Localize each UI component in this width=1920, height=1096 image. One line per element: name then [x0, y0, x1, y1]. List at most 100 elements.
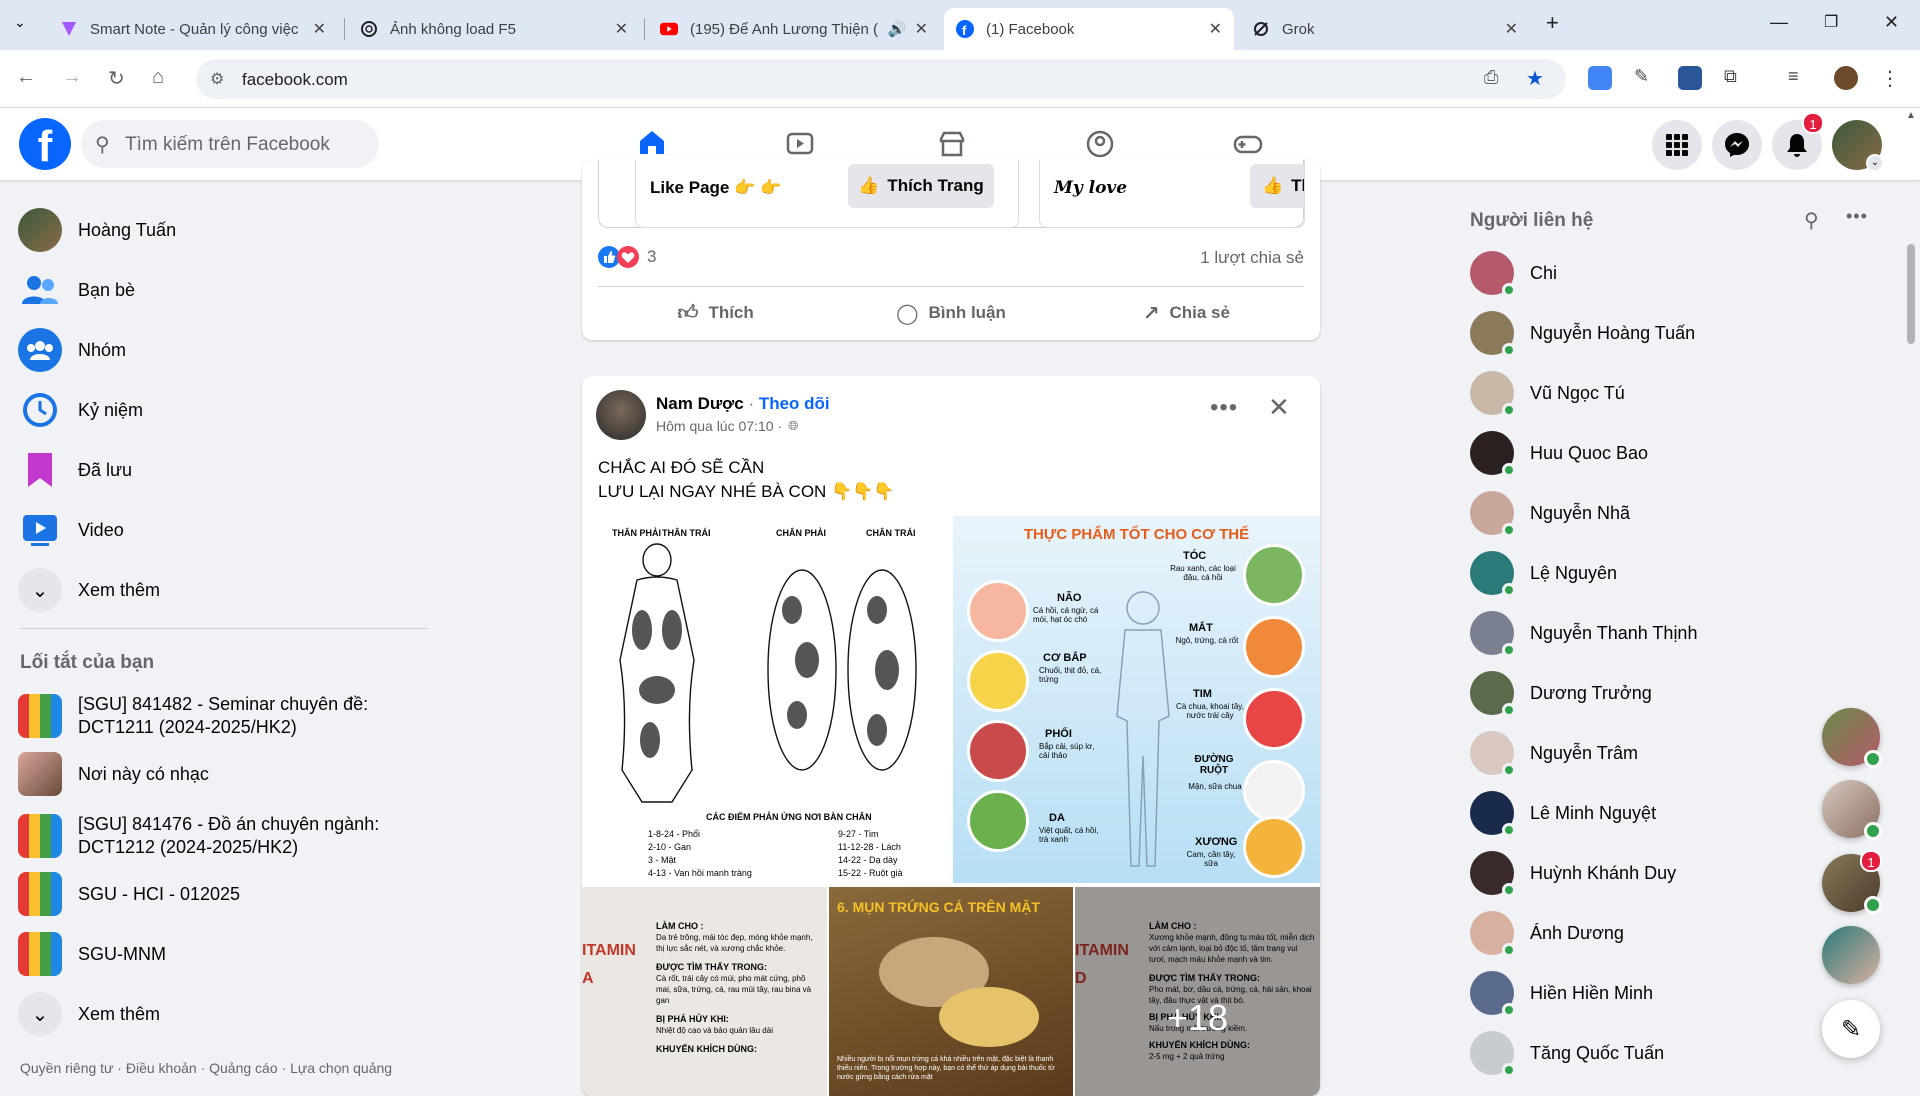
contact-item[interactable]: Nguyễn Nhã [1470, 488, 1630, 538]
close-icon[interactable]: ✕ [1268, 392, 1290, 423]
chat-bubble[interactable] [1822, 926, 1880, 984]
search-icon[interactable]: ⚲ [1804, 208, 1819, 233]
close-icon[interactable]: ✕ [915, 19, 928, 39]
chat-bubble[interactable] [1822, 780, 1882, 840]
tab-search-icon[interactable]: ⌄ [14, 14, 26, 31]
close-icon[interactable]: ✕ [615, 19, 628, 39]
contact-item[interactable]: Huỳnh Khánh Duy [1470, 848, 1676, 898]
contact-item[interactable]: Ánh Dương [1470, 908, 1624, 958]
chat-bubble[interactable] [1822, 708, 1882, 768]
tab-youtube[interactable]: (195) Để Anh Lương Thiện ( 🔊 ✕ [648, 8, 940, 50]
scrollbar-thumb[interactable] [1907, 244, 1915, 344]
contact-item[interactable]: Vũ Ngọc Tú [1470, 368, 1625, 418]
like-button[interactable]: 👍︎ Thích [598, 292, 833, 334]
omnibox[interactable]: ⚙ facebook.com ⎙ ★ [196, 59, 1566, 99]
image-text: CHÂN PHẢI [776, 528, 827, 538]
follow-link[interactable]: Theo dõi [759, 394, 830, 413]
reactions-summary[interactable]: 3 [598, 246, 656, 268]
shortcut-project[interactable]: [SGU] 841476 - Đồ án chuyên ngành: DCT12… [18, 806, 438, 866]
tab-image-f5[interactable]: Ảnh không load F5 ✕ [348, 8, 640, 50]
eyedropper-icon[interactable]: ✎ [1634, 66, 1658, 90]
saved-icon [18, 448, 62, 492]
new-tab-icon[interactable]: + [1546, 10, 1559, 36]
extension-icon[interactable] [1678, 66, 1702, 90]
footer-links[interactable]: Quyền riêng tư · Điều khoản · Quảng cáo … [20, 1060, 392, 1076]
sidebar-item-profile[interactable]: Hoàng Tuấn [18, 204, 176, 256]
minimize-icon[interactable]: — [1770, 12, 1788, 33]
sidebar-item-see-more[interactable]: ⌄ Xem thêm [18, 564, 160, 616]
post-image-healthy-food[interactable]: THỰC PHẨM TỐT CHO CƠ THỂ TÓC Rau xanh, c… [953, 516, 1320, 883]
home-icon[interactable]: ⌂ [152, 66, 164, 89]
sidebar-item-video[interactable]: Video [18, 504, 124, 556]
contact-item[interactable]: Nguyễn Hoàng Tuấn [1470, 308, 1695, 358]
post-image-ginger[interactable]: 6. MỤN TRỨNG CÁ TRÊN MẶT Nhiều người bị … [829, 887, 1073, 1096]
post-time[interactable]: Hôm qua lúc 07:10 · [656, 418, 782, 434]
site-info-icon[interactable]: ⚙ [210, 69, 224, 89]
contact-item[interactable]: Chi [1470, 248, 1557, 298]
sidebar-item-memories[interactable]: Kỷ niệm [18, 384, 143, 436]
forward-icon[interactable]: → [62, 66, 82, 89]
bookmark-star-icon[interactable]: ★ [1526, 66, 1544, 91]
reload-icon[interactable]: ↻ [108, 66, 125, 91]
tab-facebook[interactable]: f (1) Facebook ✕ [944, 8, 1234, 50]
chevron-down-icon[interactable]: ⌄ [1866, 154, 1884, 172]
sidebar-item-saved[interactable]: Đã lưu [18, 444, 132, 496]
contact-name: Lê Minh Nguyệt [1530, 802, 1657, 823]
shortcut-hci[interactable]: SGU - HCI - 012025 [18, 868, 240, 920]
comment-button[interactable]: ◯ Bình luận [833, 292, 1068, 334]
author-avatar[interactable] [596, 390, 646, 440]
online-dot [1502, 943, 1516, 957]
author-name[interactable]: Nam Dược [656, 394, 744, 413]
contact-item[interactable]: Hiền Hiền Minh [1470, 968, 1653, 1018]
url-text[interactable]: facebook.com [242, 70, 348, 90]
contact-item[interactable]: Huu Quoc Bao [1470, 428, 1648, 478]
close-icon[interactable]: ✕ [1505, 19, 1518, 39]
sidebar-item-friends[interactable]: Bạn bè [18, 264, 135, 316]
contact-item[interactable]: Lê Minh Nguyệt [1470, 788, 1656, 838]
close-icon[interactable]: ✕ [1209, 19, 1222, 39]
scrollbar[interactable]: ▲ [1904, 110, 1918, 1080]
contact-item[interactable]: Nguyễn Trâm [1470, 728, 1638, 778]
post-image-vitamin-a[interactable]: ITAMIN A LÀM CHO : Da trẻ trông, mái tóc… [582, 887, 827, 1096]
shortcut-see-more[interactable]: ⌄ Xem thêm [18, 988, 160, 1040]
shortcut-seminar[interactable]: [SGU] 841482 - Seminar chuyên đề: DCT121… [18, 686, 438, 746]
contact-item[interactable]: Nguyễn Thanh Thịnh [1470, 608, 1697, 658]
close-icon[interactable]: ✕ [313, 19, 326, 39]
sidebar-item-groups[interactable]: Nhóm [18, 324, 126, 376]
contact-item[interactable]: Lệ Nguyên [1470, 548, 1617, 598]
more-options-icon[interactable]: ••• [1210, 394, 1238, 422]
tab-smartnote[interactable]: Smart Note - Quản lý công việc ✕ [48, 8, 338, 50]
translate-extension-icon[interactable] [1588, 66, 1612, 90]
post-image-reflexology[interactable]: THÂN PHẢI THÂN TRÁI CHÂN PHẢI CHÂN TRÁI [582, 516, 949, 883]
post-meta: Hôm qua lúc 07:10 · 🌐︎ [656, 418, 798, 434]
shortcut-music[interactable]: Nơi này có nhạc [18, 748, 209, 800]
search-input[interactable]: ⚲ Tìm kiếm trên Facebook [81, 120, 379, 168]
contact-item[interactable]: Tăng Quốc Tuấn [1470, 1028, 1664, 1078]
scroll-up-icon[interactable]: ▲ [1906, 110, 1916, 121]
restore-icon[interactable]: ❐ [1824, 12, 1838, 32]
more-images-overlay[interactable] [1075, 887, 1320, 1096]
facebook-logo[interactable]: f [19, 118, 71, 171]
shortcut-mnm[interactable]: SGU-MNM [18, 928, 166, 980]
profile-avatar[interactable] [1834, 66, 1858, 90]
messenger-button[interactable] [1712, 120, 1762, 170]
menu-icon[interactable]: ⋮ [1880, 66, 1904, 90]
new-message-button[interactable]: ✎ [1822, 1000, 1880, 1058]
back-icon[interactable]: ← [16, 66, 36, 89]
online-dot [1502, 763, 1516, 777]
window-close-icon[interactable]: ✕ [1884, 12, 1899, 33]
post-image-vitamin-d[interactable]: ITAMIN D LÀM CHO : Xương khỏe mạnh, đông… [1075, 887, 1320, 1096]
more-options-icon[interactable]: ••• [1846, 206, 1868, 227]
share-button[interactable]: ↗ Chia sẻ [1069, 292, 1304, 334]
menu-grid-button[interactable] [1652, 120, 1702, 170]
media-icon[interactable]: ≡ [1788, 66, 1812, 90]
like-page-button[interactable]: 👍 Thích Trang [848, 164, 994, 208]
puzzle-icon[interactable]: ⧉ [1724, 66, 1748, 90]
share-count[interactable]: 1 lượt chia sẻ [1200, 248, 1304, 268]
tab-grok[interactable]: Grok ✕ [1240, 8, 1530, 50]
like-page-button[interactable]: 👍 Thí [1250, 164, 1304, 208]
install-icon[interactable]: ⎙ [1484, 67, 1498, 88]
speaker-icon[interactable]: 🔊 [888, 20, 907, 38]
gaming-icon [1233, 135, 1262, 154]
contact-item[interactable]: Dương Trưởng [1470, 668, 1652, 718]
